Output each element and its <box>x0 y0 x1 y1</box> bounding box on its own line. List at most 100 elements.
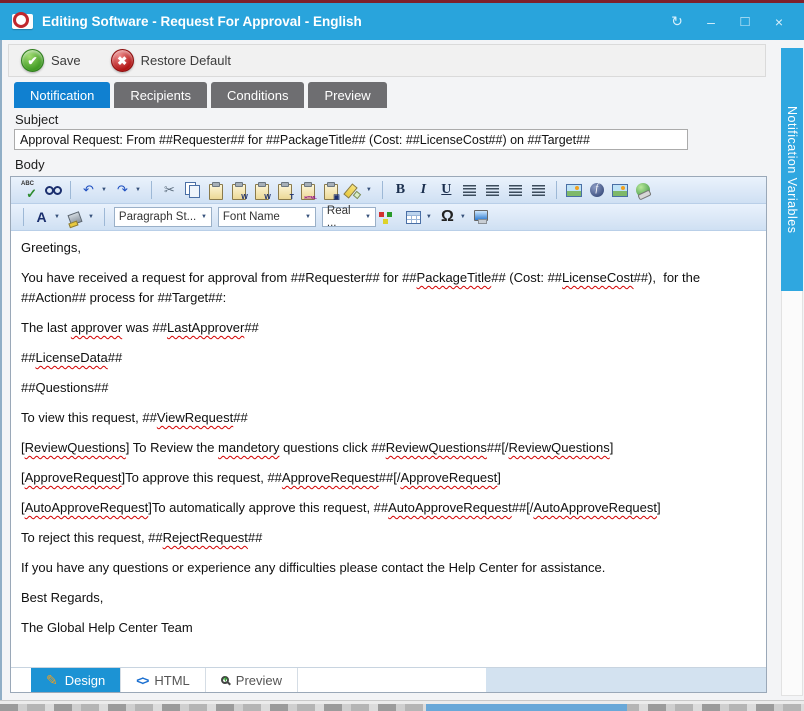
rich-text-editor: ↶▼↷▼✂WWTHTML▣▼BIU A▼▼Paragraph St...▼Fon… <box>10 176 767 693</box>
body-label: Body <box>15 157 45 172</box>
css-class-icon[interactable] <box>380 207 401 228</box>
fill-color-dropdown-icon[interactable]: ▼ <box>88 214 94 220</box>
maximize-button[interactable]: □ <box>732 10 758 34</box>
notification-variables-tab[interactable]: Notification Variables <box>781 48 803 291</box>
save-icon: ✔ <box>21 49 44 72</box>
body-paragraph: Greetings, <box>21 238 756 258</box>
body-editor[interactable]: Greetings, You have received a request fo… <box>11 231 766 667</box>
mode-tab-html[interactable]: <> HTML <box>121 668 206 692</box>
image-properties-icon[interactable] <box>610 180 631 201</box>
insert-table-icon[interactable] <box>403 207 424 228</box>
mode-tab-design[interactable]: ✎ Design <box>31 668 121 692</box>
toolbar-separator <box>151 181 152 199</box>
media-icon[interactable] <box>471 207 492 228</box>
paste-special-icon[interactable]: ▣ <box>320 180 341 201</box>
body-paragraph: You have received a request for approval… <box>21 268 756 308</box>
minimize-button[interactable]: – <box>698 10 724 34</box>
underline-icon[interactable]: U <box>436 180 457 201</box>
subject-label: Subject <box>15 112 58 127</box>
app-icon <box>12 14 33 29</box>
cut-icon[interactable]: ✂ <box>159 180 180 201</box>
font-color-icon[interactable]: A <box>31 207 52 228</box>
save-button[interactable]: ✔ Save <box>21 49 81 72</box>
paste-word-cleaned-icon[interactable]: W <box>251 180 272 201</box>
dialog-content: ✔ Save ✖ Restore Default NotificationRec… <box>0 40 804 700</box>
editor-toolbar-row1: ↶▼↷▼✂WWTHTML▣▼BIU <box>11 177 766 204</box>
tab-notification[interactable]: Notification <box>14 82 110 108</box>
dropdown-arrow-icon: ▼ <box>305 214 311 220</box>
align-right-icon[interactable] <box>528 180 549 201</box>
code-icon: <> <box>136 673 147 688</box>
paste-plain-text-icon[interactable]: T <box>274 180 295 201</box>
hyperlink-icon[interactable] <box>633 180 654 201</box>
tab-recipients[interactable]: Recipients <box>114 82 207 108</box>
special-character-icon[interactable]: Ω <box>437 207 458 228</box>
restore-default-button[interactable]: ✖ Restore Default <box>111 49 231 72</box>
font-name-select[interactable]: Font Name▼ <box>218 207 316 227</box>
fill-color-icon[interactable] <box>65 207 86 228</box>
mode-tab-label: Design <box>65 673 105 688</box>
paste-as-html-icon[interactable]: HTML <box>297 180 318 201</box>
body-paragraph: To reject this request, ##RejectRequest#… <box>21 528 756 548</box>
mode-tab-label: HTML <box>154 673 189 688</box>
format-painter-icon[interactable] <box>343 180 364 201</box>
undo-icon[interactable]: ↶ <box>78 180 99 201</box>
magnifier-icon <box>221 676 229 684</box>
mode-tab-preview[interactable]: Preview <box>206 668 298 692</box>
copy-icon[interactable] <box>182 180 203 201</box>
toolbar-separator <box>70 181 71 199</box>
paragraph-style-select[interactable]: Paragraph St...▼ <box>114 207 212 227</box>
window-controls: ↻–□ × <box>664 10 804 34</box>
body-paragraph: To view this request, ##ViewRequest## <box>21 408 756 428</box>
table-dropdown-icon[interactable]: ▼ <box>426 214 432 220</box>
body-paragraph: ##Questions## <box>21 378 756 398</box>
toolbar-separator <box>556 181 557 199</box>
special-character-dropdown-icon[interactable]: ▼ <box>460 214 466 220</box>
toolbar-separator <box>104 208 105 226</box>
body-paragraph: [AutoApproveRequest]To automatically app… <box>21 498 756 518</box>
tab-conditions[interactable]: Conditions <box>211 82 304 108</box>
body-paragraph: ##LicenseData## <box>21 348 756 368</box>
paste-from-word-icon[interactable]: W <box>228 180 249 201</box>
bold-icon[interactable]: B <box>390 180 411 201</box>
toolbar-separator <box>382 181 383 199</box>
undo-dropdown-icon[interactable]: ▼ <box>101 187 107 193</box>
align-left-icon[interactable] <box>505 180 526 201</box>
insert-flash-icon[interactable] <box>587 180 608 201</box>
body-paragraph: The Global Help Center Team <box>21 618 756 638</box>
mode-tab-label: Preview <box>236 673 282 688</box>
command-toolbar: ✔ Save ✖ Restore Default <box>8 44 766 77</box>
window-title: Editing Software - Request For Approval … <box>42 14 362 29</box>
dropdown-arrow-icon: ▼ <box>365 214 371 220</box>
redo-icon[interactable]: ↷ <box>112 180 133 201</box>
close-button[interactable]: × <box>766 10 792 34</box>
editor-mode-tabs: ✎ Design <> HTML Preview <box>11 667 766 692</box>
align-center-icon[interactable] <box>459 180 480 201</box>
font-size-select[interactable]: Real ...▼ <box>322 207 376 227</box>
subject-input[interactable] <box>14 129 688 150</box>
spellcheck-icon[interactable] <box>18 180 40 201</box>
redo-dropdown-icon[interactable]: ▼ <box>135 187 141 193</box>
body-paragraph: If you have any questions or experience … <box>21 558 756 578</box>
restore-default-icon: ✖ <box>111 49 134 72</box>
notification-variables-label: Notification Variables <box>785 106 799 234</box>
italic-icon[interactable]: I <box>413 180 434 201</box>
font-color-dropdown-icon[interactable]: ▼ <box>54 214 60 220</box>
mode-tabs-filler <box>486 668 766 692</box>
format-painter-dropdown-icon[interactable]: ▼ <box>366 187 372 193</box>
editor-toolbar-row2: A▼▼Paragraph St...▼Font Name▼Real ...▼▼Ω… <box>11 204 766 231</box>
refresh-button[interactable]: ↻ <box>664 10 690 34</box>
pencil-icon: ✎ <box>46 673 58 687</box>
body-paragraph: [ApproveRequest]To approve this request,… <box>21 468 756 488</box>
main-tab-bar: NotificationRecipientsConditionsPreview <box>14 82 387 108</box>
background-window-strip <box>0 700 804 711</box>
dropdown-arrow-icon: ▼ <box>201 214 207 220</box>
insert-image-icon[interactable] <box>564 180 585 201</box>
justify-icon[interactable] <box>482 180 503 201</box>
find-icon[interactable] <box>42 180 63 201</box>
paste-icon[interactable] <box>205 180 226 201</box>
tab-preview[interactable]: Preview <box>308 82 386 108</box>
window: Editing Software - Request For Approval … <box>0 0 804 711</box>
toolbar-separator <box>23 208 24 226</box>
restore-default-label: Restore Default <box>141 53 231 68</box>
